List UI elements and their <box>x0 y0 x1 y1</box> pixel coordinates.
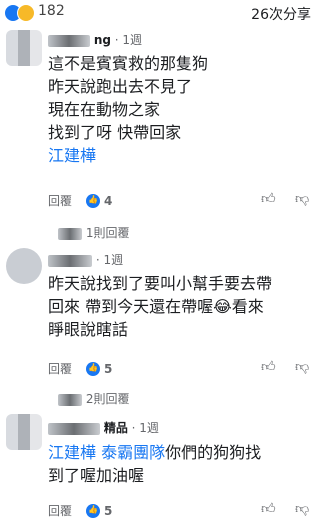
reply-button[interactable]: 回覆 <box>48 192 72 209</box>
comment-line: 這不是賓賓救的那隻狗 <box>48 54 209 73</box>
comment-meta: 精品 · 1週 <box>48 419 159 436</box>
downvote-icon[interactable]: 👎︎ <box>295 190 309 207</box>
comment-time: · 1週 <box>114 33 143 47</box>
avatar[interactable] <box>6 414 42 450</box>
reaction-count[interactable]: 182 <box>38 3 65 19</box>
top-bar: 182 26次分享 <box>0 0 319 28</box>
comment-actions: 回覆 5 <box>48 502 112 519</box>
wow-reaction-icon <box>17 4 35 22</box>
reply-button[interactable]: 回覆 <box>48 502 72 519</box>
upvote-icon[interactable]: 👍︎ <box>261 190 276 207</box>
like-count: 5 <box>104 503 113 518</box>
comment-text: 這不是賓賓救的那隻狗 昨天說跑出去不見了 現在在動物之家 找到了呀 快帶回家 江… <box>48 52 208 167</box>
like-count: 4 <box>104 193 113 208</box>
mention-link[interactable]: 江建樺 <box>48 443 96 462</box>
view-replies[interactable]: 1則回覆 <box>58 224 129 241</box>
share-count[interactable]: 26次分享 <box>251 4 311 24</box>
reaction-icons[interactable] <box>4 4 35 22</box>
comment-meta: · 1週 <box>48 251 123 268</box>
mention-link[interactable]: 江建樺 <box>48 144 208 167</box>
like-count: 5 <box>104 361 113 376</box>
blurred-avatar <box>58 227 82 240</box>
comment-actions: 回覆 4 <box>48 192 112 209</box>
replies-label[interactable]: 1則回覆 <box>86 226 130 240</box>
comment-line: 找到了呀 快帶回家 <box>48 123 182 142</box>
comment-author[interactable]: ng <box>94 33 111 47</box>
avatar[interactable] <box>6 248 42 284</box>
comment-time: · 1週 <box>95 253 124 267</box>
view-replies[interactable]: 2則回覆 <box>58 390 129 407</box>
comment-time: · 1週 <box>131 421 159 435</box>
comment-actions: 回覆 5 <box>48 360 112 377</box>
comment-line: 睜眼說瞎話 <box>48 320 129 339</box>
upvote-icon[interactable]: 👍︎ <box>261 500 276 517</box>
comment-meta: ng · 1週 <box>48 31 142 48</box>
upvote-icon[interactable]: 👍︎ <box>261 358 276 375</box>
comment-text: 江建樺 泰霸團隊你們的狗狗找 到了喔加油喔 <box>48 441 261 487</box>
avatar[interactable] <box>6 30 42 66</box>
comment-line: 你們的狗狗找 <box>165 443 262 462</box>
blurred-name <box>48 422 100 435</box>
comment-line: 現在在動物之家 <box>48 100 161 119</box>
like-badge-icon <box>86 193 101 208</box>
reply-button[interactable]: 回覆 <box>48 360 72 377</box>
downvote-icon[interactable]: 👎︎ <box>295 500 309 517</box>
replies-label[interactable]: 2則回覆 <box>86 392 130 406</box>
comment-line: 昨天說找到了要叫小幫手要去帶 <box>48 274 273 293</box>
like-badge-icon <box>86 503 101 518</box>
mention-link[interactable]: 泰霸團隊 <box>101 443 165 462</box>
comment-author[interactable]: 精品 <box>104 421 128 435</box>
comment-line: 回來 帶到今天還在帶喔😂看來 <box>48 297 264 316</box>
blurred-name <box>48 34 90 47</box>
blurred-avatar <box>58 393 82 406</box>
blurred-name <box>48 254 92 267</box>
like-badge-icon <box>86 361 101 376</box>
comment-line: 到了喔加油喔 <box>48 466 145 485</box>
comment-line: 昨天說跑出去不見了 <box>48 77 193 96</box>
comment-text: 昨天說找到了要叫小幫手要去帶 回來 帶到今天還在帶喔😂看來 睜眼說瞎話 <box>48 272 272 341</box>
downvote-icon[interactable]: 👎︎ <box>295 358 309 375</box>
